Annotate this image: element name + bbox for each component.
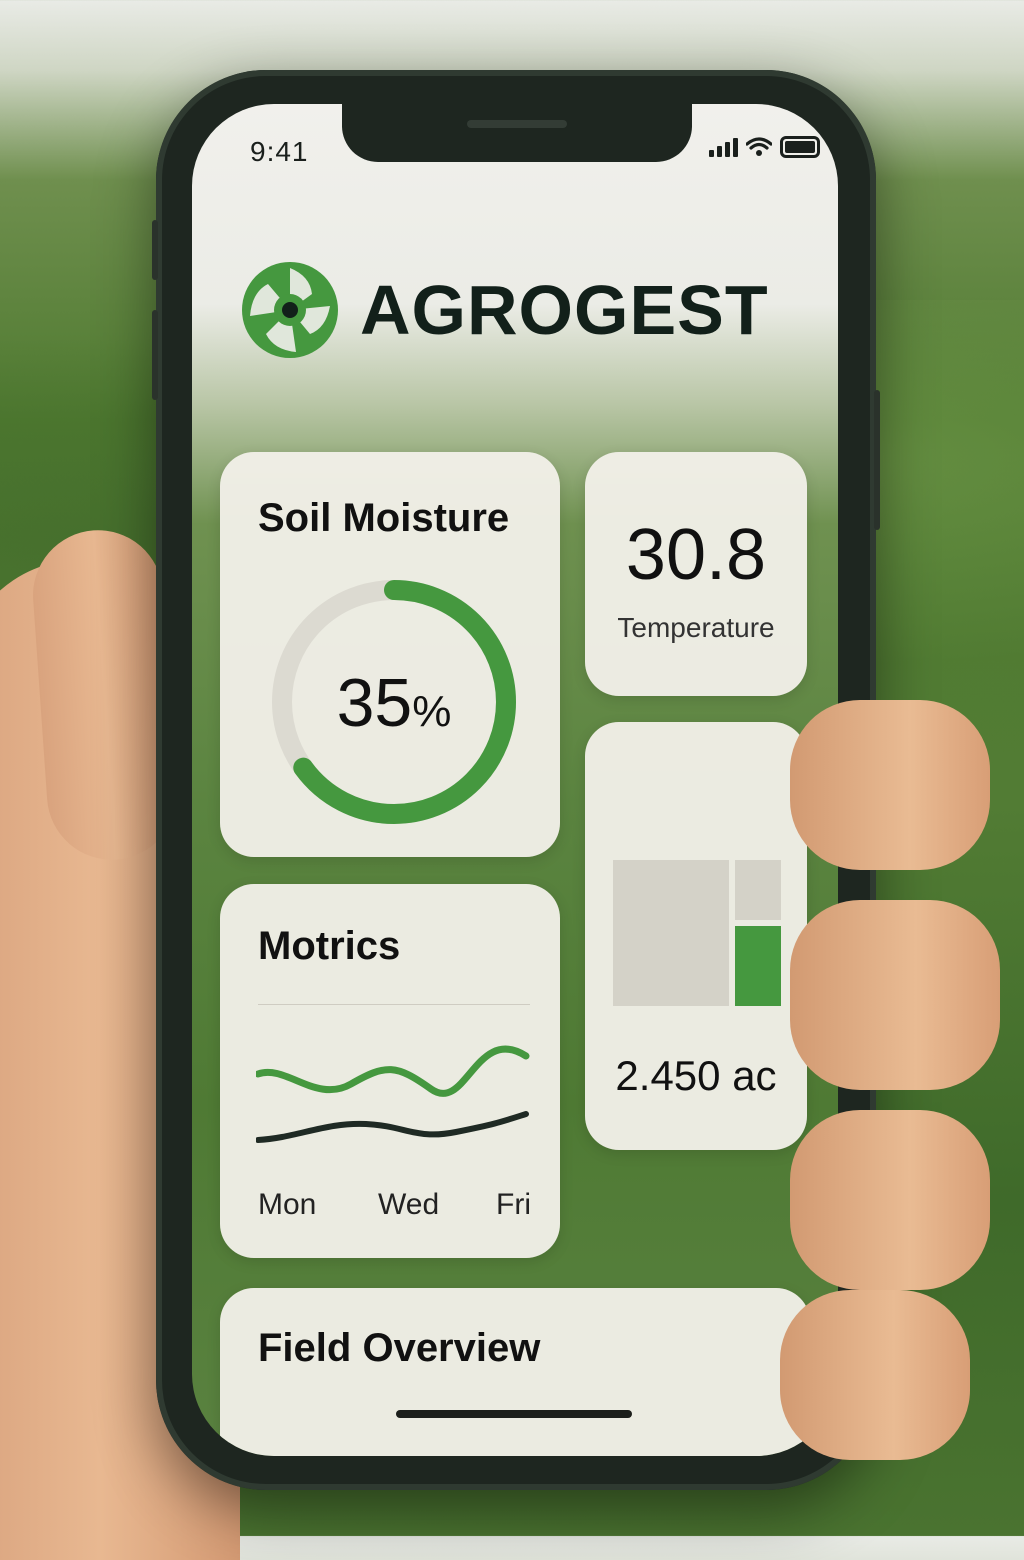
hand-finger [780, 1290, 970, 1460]
day-label: Mon [258, 1188, 317, 1221]
soil-moisture-card[interactable]: Soil Moisture 35% [220, 452, 560, 857]
metrics-card[interactable]: Motrics Mon Wed Fri [220, 884, 560, 1258]
divider [258, 1004, 530, 1005]
area-card[interactable]: 2.450 ac [585, 722, 807, 1150]
area-block [613, 860, 729, 1006]
phone-side-button [152, 310, 158, 400]
battery-icon [780, 136, 820, 158]
metrics-title: Motrics [258, 924, 401, 968]
agrogest-logo-icon [242, 262, 338, 358]
area-value: 2.450 ac [615, 1052, 777, 1099]
brand-header: AGROGEST [240, 260, 769, 360]
phone-frame: 9:41 AGROGEST Soil Moisture 35% 30.8 Tem… [152, 70, 880, 1490]
hand-finger [790, 900, 1000, 1090]
temperature-card[interactable]: 30.8 Temperature [585, 452, 807, 696]
status-time: 9:41 [250, 136, 309, 167]
temperature-label: Temperature [617, 612, 775, 643]
area-block [735, 860, 781, 920]
soil-moisture-value: 35% [336, 665, 452, 741]
phone-screen: 9:41 AGROGEST Soil Moisture 35% 30.8 Tem… [192, 104, 838, 1456]
soil-moisture-gauge: 35% [264, 572, 524, 832]
field-overview-title: Field Overview [258, 1326, 541, 1370]
home-indicator[interactable] [396, 1410, 632, 1418]
day-label: Wed [378, 1188, 440, 1221]
speaker [467, 120, 567, 128]
soil-moisture-title: Soil Moisture [258, 496, 510, 540]
phone-power-button [874, 390, 880, 530]
signal-icon [709, 137, 738, 157]
field-overview-card[interactable]: Field Overview [220, 1288, 810, 1456]
area-block-highlight [735, 926, 781, 1006]
phone-side-button [152, 220, 158, 280]
brand-name: AGROGEST [360, 271, 769, 349]
day-label: Fri [496, 1188, 531, 1221]
status-icons [709, 136, 820, 158]
wifi-icon [746, 137, 772, 156]
notch [342, 104, 692, 162]
hand-finger [790, 1110, 990, 1290]
metrics-line-chart [256, 1045, 530, 1143]
metrics-series-dark [256, 1111, 529, 1143]
temperature-value: 30.8 [625, 515, 767, 595]
hand-finger [790, 700, 990, 870]
metrics-series-green [256, 1045, 530, 1097]
